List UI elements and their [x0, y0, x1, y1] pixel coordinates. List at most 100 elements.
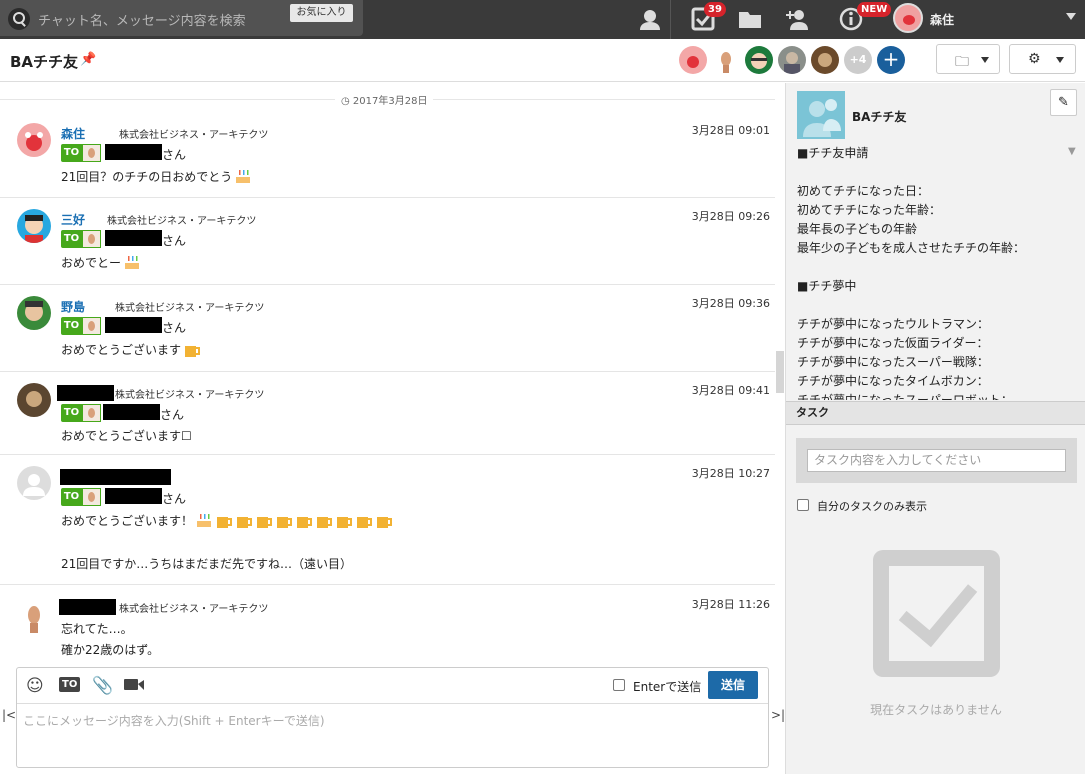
beer-icon — [217, 514, 233, 528]
message[interactable]: 三好 株式会社ビジネス・アーキテクツ 3月28日 09:26 TO さん おめで… — [0, 199, 775, 285]
favorites-button[interactable]: お気に入り — [290, 4, 353, 22]
composer-toolbar: ☺ TO 📎 Enterで送信 送信 — [17, 668, 768, 704]
task-header: タスク — [786, 401, 1085, 425]
search-input[interactable]: チャット名、メッセージ内容を検索 — [38, 10, 246, 29]
desc-line: 初めてチチになった日： — [797, 184, 930, 198]
add-contact-icon[interactable] — [784, 6, 810, 32]
attachment-icon[interactable]: 📎 — [92, 676, 113, 696]
to-tag: TO — [61, 404, 101, 422]
avatar[interactable] — [17, 296, 51, 330]
room-icon — [797, 91, 845, 139]
member-avatar[interactable] — [745, 46, 773, 74]
timestamp[interactable]: 3月28日 09:01 — [692, 122, 770, 138]
timestamp[interactable]: 3月28日 09:26 — [692, 208, 770, 224]
empty-tasks-text: 現在タスクはありません — [870, 703, 1002, 717]
enter-send-label[interactable]: Enterで送信 — [633, 678, 701, 695]
beer-icon — [377, 514, 393, 528]
contacts-icon[interactable] — [637, 6, 663, 32]
empty-tasks-icon — [873, 550, 1000, 677]
message[interactable]: 森住 株式会社ビジネス・アーキテクツ 3月28日 09:01 TO さん 21回… — [0, 113, 775, 198]
message-body: 21回目？のチチの日おめでとう — [61, 167, 252, 185]
desc-line: チチが夢中になった仮面ライダー： — [797, 336, 989, 350]
timestamp[interactable]: 3月28日 10:27 — [692, 465, 770, 481]
honorific: さん — [162, 148, 187, 162]
message[interactable]: 3月28日 10:27 TO さん おめでとうございます！ 21回目ですか…うち… — [0, 456, 775, 585]
task-input[interactable]: タスク内容を入力してください — [807, 449, 1066, 472]
avatar[interactable] — [17, 600, 51, 634]
to-button[interactable]: TO — [59, 677, 81, 692]
desc-line: チチが夢中になったタイムボカン： — [797, 374, 989, 388]
add-member-button[interactable]: + — [877, 46, 905, 74]
desc-line — [797, 163, 1067, 182]
date-text: 2017年3月28日 — [352, 96, 428, 107]
collapse-right-icon[interactable]: >| — [771, 708, 785, 722]
cake-icon — [197, 514, 212, 527]
sender-name[interactable]: 野島 — [61, 298, 85, 315]
message-text: おめでとうございます — [61, 343, 182, 357]
expand-toggle-icon[interactable]: ▼ — [1068, 146, 1076, 157]
member-avatar[interactable] — [679, 46, 707, 74]
files-button[interactable]: 🗀 — [936, 44, 1000, 74]
redacted-sender — [59, 599, 116, 615]
edit-button[interactable]: ✎ — [1050, 89, 1077, 116]
timestamp[interactable]: 3月28日 09:36 — [692, 295, 770, 311]
avatar — [82, 144, 101, 162]
desc-line — [797, 258, 1067, 277]
folder-icon[interactable] — [737, 6, 763, 32]
avatar[interactable] — [17, 466, 51, 500]
sender-name[interactable]: 森住 — [61, 125, 85, 142]
to-tag: TO — [61, 488, 101, 506]
avatar[interactable] — [17, 383, 51, 417]
send-button[interactable]: 送信 — [708, 671, 758, 699]
desc-line: ■チチ友申請 — [797, 146, 869, 160]
timestamp[interactable]: 3月28日 11:26 — [692, 596, 770, 612]
member-avatar[interactable] — [811, 46, 839, 74]
enter-send-checkbox[interactable] — [613, 679, 625, 691]
beer-icon — [257, 514, 273, 528]
my-tasks-checkbox[interactable] — [797, 499, 809, 511]
to-label: TO — [61, 317, 82, 335]
desc-line: 初めてチチになった年齢： — [797, 203, 942, 217]
member-avatar[interactable] — [778, 46, 806, 74]
to-label: TO — [61, 488, 82, 506]
member-avatar[interactable] — [712, 46, 740, 74]
emoji-icon[interactable]: ☺ — [26, 676, 44, 696]
sender-name[interactable]: 三好 — [61, 211, 85, 228]
my-tasks-label[interactable]: 自分のタスクのみ表示 — [817, 498, 927, 514]
date-separator: ◷ 2017年3月28日 — [0, 92, 775, 107]
cake-icon — [125, 256, 140, 269]
timestamp[interactable]: 3月28日 09:41 — [692, 382, 770, 398]
message-input[interactable]: ここにメッセージ内容を入力(Shift + Enterキーで送信) — [23, 712, 325, 729]
to-tag: TO — [61, 230, 101, 248]
avatar — [893, 3, 923, 33]
redacted-sender — [57, 385, 114, 401]
more-members-button[interactable]: +4 — [844, 46, 872, 74]
pin-icon[interactable]: 📌 — [80, 52, 96, 67]
honorific: さん — [162, 234, 187, 248]
message[interactable]: 株式会社ビジネス・アーキテクツ 3月28日 09:41 TO さん おめでとうご… — [0, 373, 775, 455]
beer-icon — [277, 514, 293, 528]
message[interactable]: 野島 株式会社ビジネス・アーキテクツ 3月28日 09:36 TO さん おめで… — [0, 286, 775, 372]
message-text: おめでとうございます☐ — [61, 429, 192, 443]
room-description: ■チチ友申請 初めてチチになった日： 初めてチチになった年齢： 最年長の子どもの… — [797, 144, 1067, 400]
scrollbar[interactable] — [776, 351, 784, 393]
message[interactable]: 株式会社ビジネス・アーキテクツ 3月28日 11:26 忘れてた…。 確か22歳… — [0, 586, 775, 667]
message-body: おめでとうございます☐ — [61, 427, 192, 444]
to-tag: TO — [61, 144, 101, 162]
avatar — [82, 230, 101, 248]
avatar[interactable] — [17, 209, 51, 243]
settings-button[interactable]: ⚙ — [1009, 44, 1076, 74]
search-box[interactable]: チャット名、メッセージ内容を検索 お気に入り — [0, 0, 363, 36]
new-badge: NEW — [857, 2, 892, 17]
chevron-down-icon[interactable] — [1066, 13, 1076, 20]
message-composer: ☺ TO 📎 Enterで送信 送信 ここにメッセージ内容を入力(Shift +… — [16, 667, 769, 768]
honorific: さん — [160, 408, 185, 422]
room-title: BAチチ友 — [10, 53, 79, 71]
video-icon[interactable] — [123, 676, 145, 697]
redacted-name — [105, 317, 162, 333]
message-body: 忘れてた…。 — [61, 622, 133, 636]
message-timeline[interactable]: ◷ 2017年3月28日 森住 株式会社ビジネス・アーキテクツ 3月28日 09… — [0, 83, 775, 667]
avatar[interactable] — [17, 123, 51, 157]
message-body: おめでとうございます — [61, 340, 201, 358]
collapse-left-icon[interactable]: |< — [2, 708, 16, 722]
